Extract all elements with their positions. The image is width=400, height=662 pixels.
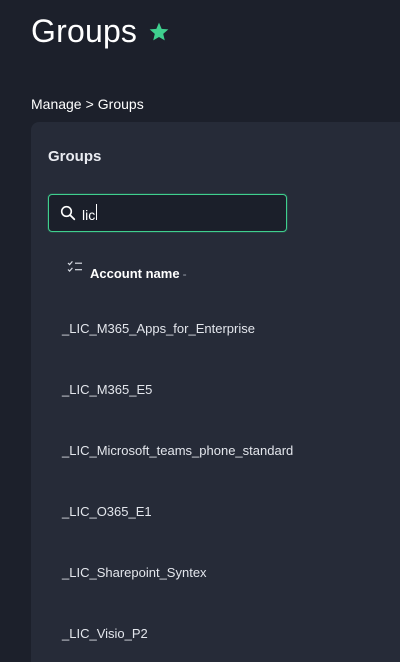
star-icon[interactable] [148, 21, 170, 43]
groups-page: Groups Manage > Groups Groups lic Accoun… [0, 0, 400, 662]
groups-card: Groups lic Account name - _LIC_M365_Apps… [31, 122, 400, 662]
breadcrumb: Manage > Groups [31, 96, 144, 112]
text-caret [96, 203, 98, 220]
card-title: Groups [48, 148, 102, 165]
search-input[interactable]: lic [82, 203, 262, 223]
sort-indicator[interactable]: - [183, 267, 187, 281]
account-list: _LIC_M365_Apps_for_Enterprise _LIC_M365_… [62, 298, 400, 662]
account-name-column-header[interactable]: Account name - [67, 260, 187, 281]
search-box[interactable]: lic [48, 194, 287, 232]
table-row[interactable]: _LIC_Microsoft_teams_phone_standard [62, 420, 400, 481]
search-input-value: lic [82, 206, 96, 223]
breadcrumb-item-manage[interactable]: Manage [31, 96, 82, 112]
table-row[interactable]: _LIC_M365_Apps_for_Enterprise [62, 298, 400, 359]
table-row[interactable]: _LIC_Sharepoint_Syntex [62, 542, 400, 603]
page-header: Groups [31, 10, 170, 52]
breadcrumb-separator: > [85, 96, 94, 112]
table-row[interactable]: _LIC_Visio_P2 [62, 603, 400, 662]
column-header-label: Account name [90, 266, 180, 281]
page-title: Groups [31, 13, 138, 49]
breadcrumb-item-groups: Groups [97, 96, 144, 112]
table-row[interactable]: _LIC_M365_E5 [62, 359, 400, 420]
checklist-icon[interactable] [67, 260, 83, 274]
search-icon [60, 205, 76, 221]
table-row[interactable]: _LIC_O365_E1 [62, 481, 400, 542]
